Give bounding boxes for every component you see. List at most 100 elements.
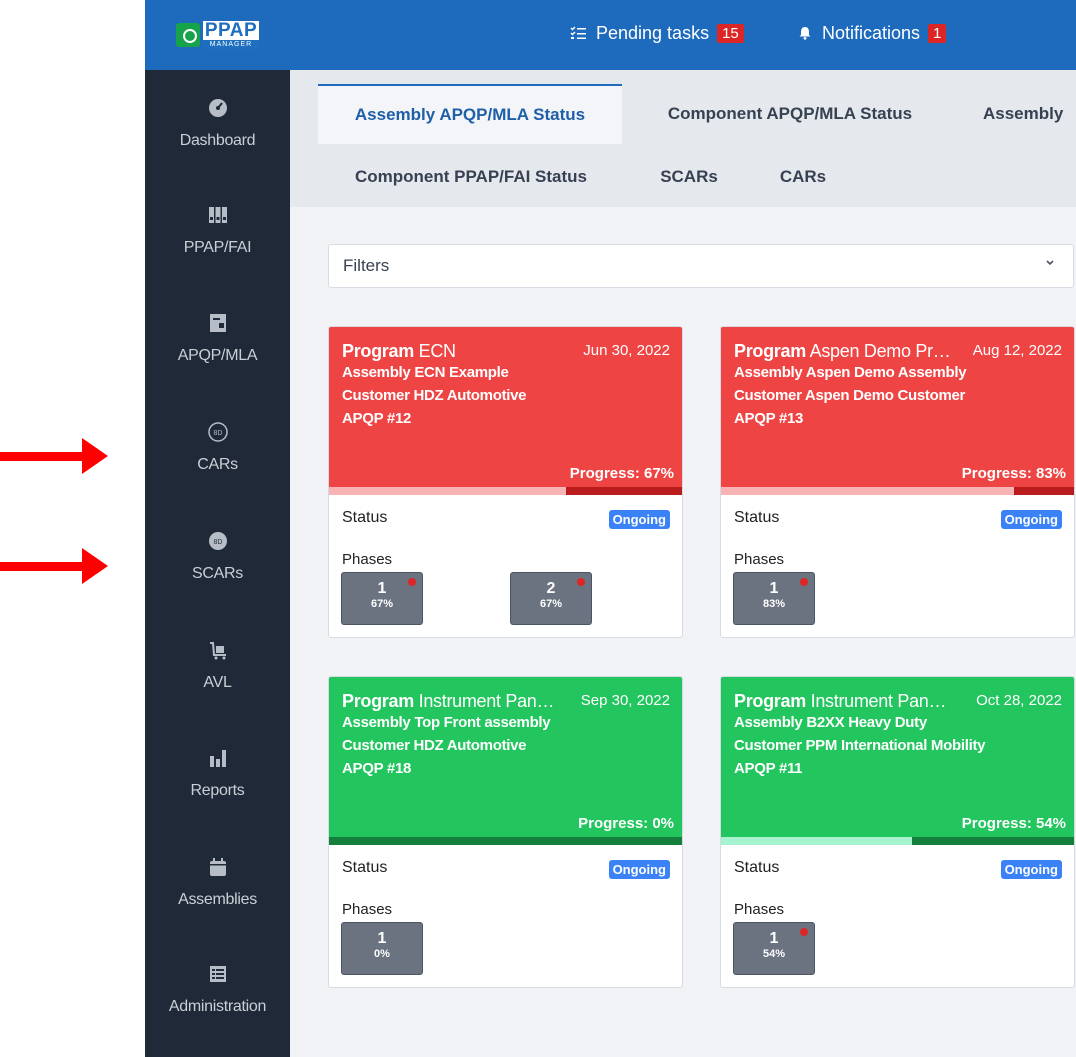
card-due-date: Oct 28, 2022	[976, 692, 1062, 709]
tab-assembly[interactable]: Assembly	[962, 84, 1076, 144]
phase-button[interactable]: 1 67%	[341, 572, 423, 625]
chevron-down-icon	[1046, 260, 1054, 266]
logo-main-text: PPAP	[202, 20, 260, 41]
sidebar-item-dashboard[interactable]: Dashboard	[145, 98, 290, 178]
tab-component-ppap-fai-status[interactable]: Component PPAP/FAI Status	[320, 152, 622, 202]
phases-label: Phases	[342, 901, 393, 918]
card-progress-text: Progress: 67%	[569, 465, 674, 482]
card-header: Program Aspen Demo Pr… Aug 12, 2022 Assemb…	[721, 327, 1074, 487]
sidebar-item-cars[interactable]: 8D CARs	[145, 422, 290, 502]
progress-bar	[721, 487, 1074, 495]
sidebar-item-scars[interactable]: 8D SCARs	[145, 531, 290, 611]
phase-alert-dot	[800, 578, 808, 586]
status-badge: Ongoing	[608, 510, 670, 529]
apqp-card[interactable]: Program Instrument Pan… Oct 28, 2022 Assem…	[720, 676, 1075, 988]
filters-dropdown[interactable]: Filters	[328, 244, 1074, 288]
annotation-arrow-cars	[0, 438, 108, 474]
phase-button[interactable]: 1 0%	[341, 922, 423, 975]
program-word: Program	[734, 691, 806, 711]
sidebar-item-label: SCARs	[192, 565, 243, 582]
apqp-card[interactable]: Program ECN Jun 30, 2022 Assembly ECN Exam…	[328, 326, 683, 638]
apqp-card[interactable]: Program Instrument Pan… Sep 30, 2022 Assem…	[328, 676, 683, 988]
document-icon	[209, 314, 226, 332]
status-badge: Ongoing	[608, 860, 670, 879]
annotation-arrow-scars	[0, 548, 108, 584]
status-label: Status	[734, 509, 780, 526]
card-customer: Customer PPM International Mobility	[734, 737, 986, 754]
phase-alert-dot	[800, 928, 808, 936]
sidebar-item-administration[interactable]: Administration	[145, 964, 290, 1044]
phase-percent: 83%	[762, 598, 786, 610]
sidebar-item-label: APQP/MLA	[177, 347, 258, 364]
phases-label: Phases	[734, 901, 785, 918]
status-label: Status	[734, 859, 780, 876]
notifications-button[interactable]: Notifications 1	[798, 20, 947, 46]
logo-area[interactable]: PPAP MANAGER	[145, 0, 290, 70]
svg-text:8D: 8D	[213, 539, 222, 546]
status-tabs: Assembly APQP/MLA Status Component APQP/…	[290, 70, 1076, 207]
tab-scars[interactable]: SCARs	[640, 152, 738, 202]
status-label: Status	[342, 859, 388, 876]
logo[interactable]: PPAP MANAGER	[175, 20, 260, 49]
phase-button[interactable]: 1 83%	[733, 572, 815, 625]
sidebar-item-ppap-fai[interactable]: PPAP/FAI	[145, 205, 290, 285]
sidebar-item-avl[interactable]: AVL	[145, 640, 290, 720]
svg-text:8D: 8D	[213, 430, 222, 437]
program-name: Instrument Pan…	[810, 691, 947, 711]
program-word: Program	[734, 341, 806, 361]
card-program-title: Program Aspen Demo Pr…	[734, 341, 951, 362]
card-apqp-number: APQP #11	[734, 760, 803, 777]
status-badge: Ongoing	[1000, 510, 1062, 529]
8d-badge-icon: 8D	[208, 532, 227, 550]
sidebar-item-apqp-mla[interactable]: APQP/MLA	[145, 313, 290, 393]
phase-button[interactable]: 2 67%	[510, 572, 592, 625]
progress-bar-fill	[329, 487, 566, 495]
speedometer-icon	[208, 99, 227, 117]
card-program-title: Program Instrument Pan…	[734, 691, 947, 712]
binders-icon	[208, 207, 227, 223]
bell-icon	[799, 27, 811, 40]
phases-label: Phases	[342, 551, 393, 568]
notifications-label: Notifications	[822, 22, 921, 43]
card-progress-text: Progress: 0%	[578, 815, 674, 832]
tab-cars[interactable]: CARs	[754, 152, 852, 202]
program-name: Aspen Demo Pr…	[809, 341, 951, 361]
apqp-card[interactable]: Program Aspen Demo Pr… Aug 12, 2022 Assemb…	[720, 326, 1075, 638]
program-name: Instrument Pan…	[418, 691, 555, 711]
card-customer: Customer HDZ Automotive	[342, 737, 527, 754]
tab-assembly-apqp-mla-status[interactable]: Assembly APQP/MLA Status	[318, 84, 622, 144]
progress-bar	[721, 837, 1074, 845]
card-assembly: Assembly Aspen Demo Assembly	[734, 364, 967, 381]
card-assembly: Assembly B2XX Heavy Duty	[734, 714, 927, 731]
card-program-title: Program ECN	[342, 341, 456, 362]
card-header: Program Instrument Pan… Oct 28, 2022 Assem…	[721, 677, 1074, 837]
table-icon	[209, 966, 226, 982]
sidebar-item-label: Assemblies	[178, 891, 257, 908]
sidebar-item-label: Reports	[190, 782, 245, 799]
filters-label: Filters	[343, 256, 390, 275]
sidebar: PPAP MANAGER Dashboard PPAP/FAI APQP/MLA…	[145, 0, 290, 1057]
card-customer: Customer Aspen Demo Customer	[734, 387, 966, 404]
sidebar-item-reports[interactable]: Reports	[145, 748, 290, 828]
phase-alert-dot	[577, 578, 585, 586]
logo-sub-text: MANAGER	[202, 40, 260, 49]
cart-icon	[209, 642, 226, 660]
sidebar-item-label: AVL	[203, 674, 232, 691]
card-header: Program ECN Jun 30, 2022 Assembly ECN Exam…	[329, 327, 682, 487]
card-assembly: Assembly ECN Example	[342, 364, 509, 381]
notifications-count-badge: 1	[928, 23, 947, 43]
card-program-title: Program Instrument Pan…	[342, 691, 555, 712]
sidebar-item-assemblies[interactable]: Assemblies	[145, 857, 290, 937]
card-apqp-number: APQP #13	[734, 410, 804, 427]
card-progress-text: Progress: 83%	[961, 465, 1066, 482]
logo-clipboard-icon	[175, 23, 200, 47]
pending-tasks-button[interactable]: Pending tasks 15	[570, 20, 744, 46]
bar-chart-icon	[209, 750, 226, 767]
sidebar-item-label: Dashboard	[179, 132, 256, 149]
tab-component-apqp-mla-status[interactable]: Component APQP/MLA Status	[640, 84, 940, 144]
phase-button[interactable]: 1 54%	[733, 922, 815, 975]
program-word: Program	[342, 341, 414, 361]
pending-tasks-label: Pending tasks	[596, 22, 710, 43]
pending-tasks-count-badge: 15	[717, 23, 744, 43]
card-progress-text: Progress: 54%	[961, 815, 1066, 832]
